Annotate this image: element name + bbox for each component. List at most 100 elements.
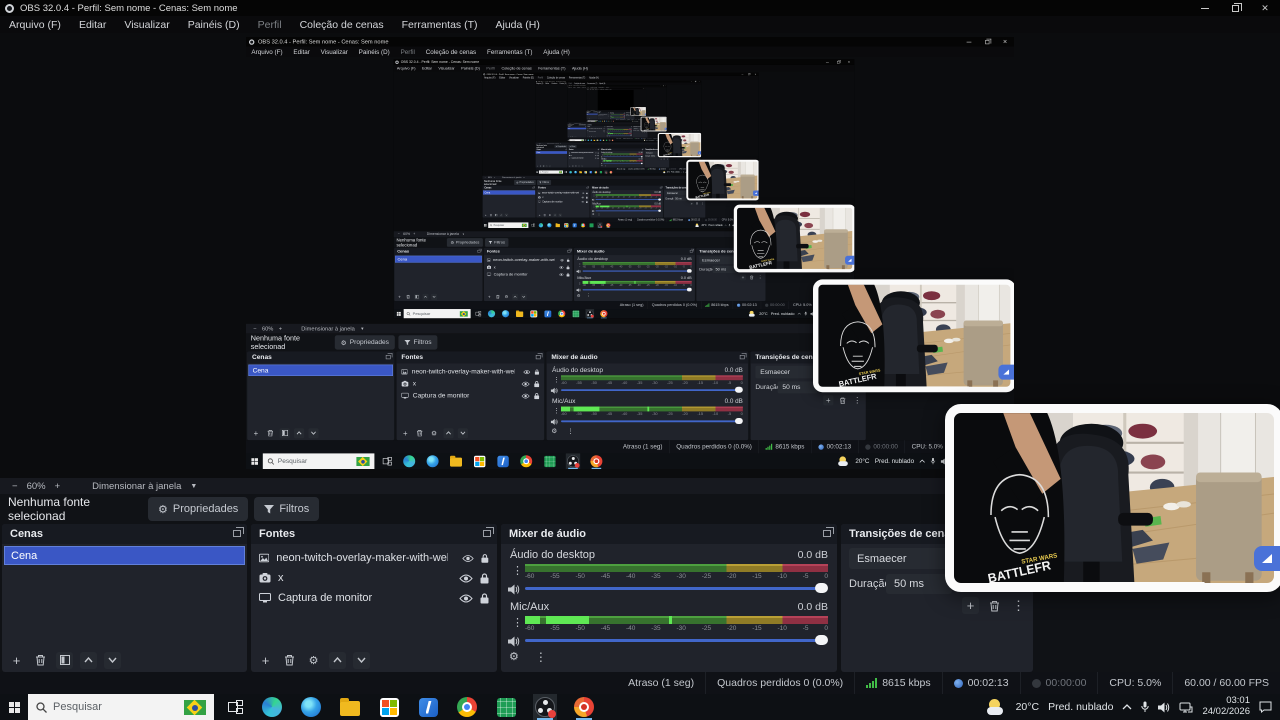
zoom-in-button[interactable]: + [279,325,282,332]
weather-icon[interactable] [837,456,850,467]
undock-icon[interactable] [597,148,600,151]
undock-icon[interactable] [689,248,694,253]
scene-item-selected[interactable]: Cena [395,255,482,263]
slider-handle[interactable] [735,418,743,425]
speaker-icon[interactable] [576,269,581,275]
mic-aux-volume-slider[interactable] [582,287,692,292]
move-scene-down-button[interactable] [504,213,509,217]
menu-item-ferramentas[interactable]: Ferramentas (T) [586,83,598,85]
properties-button[interactable]: ⚙ Propriedades [446,238,483,247]
remove-transition-button[interactable] [986,597,1003,614]
fit-to-window-label[interactable]: Dimensionar à janela [92,481,181,492]
undock-icon[interactable] [739,353,747,360]
mixer-panel-header[interactable]: Mixer de áudio [600,148,644,152]
floating-blue-handle[interactable] [644,113,647,115]
eye-icon[interactable] [459,594,473,603]
lock-icon[interactable] [585,200,588,203]
scene-filters-button[interactable] [413,293,420,300]
edge-legacy-icon[interactable] [547,222,552,228]
mixer-panel-header[interactable]: Mixer de áudio [546,351,749,364]
eye-icon[interactable] [462,554,474,563]
chrome-icon[interactable] [580,222,586,228]
edge-icon[interactable] [538,222,544,228]
edge-legacy-icon[interactable] [501,309,510,318]
undock-icon[interactable] [641,148,644,151]
slider-handle[interactable] [630,134,632,136]
lock-icon[interactable] [535,369,540,376]
weather-desc[interactable]: Pred. nublado [875,458,914,465]
chevron-down-icon[interactable]: ▼ [462,233,464,236]
filters-button[interactable]: Filtros [537,179,552,186]
webcam-overlay-window[interactable]: STAR WARS BATTLEFR [945,404,1280,592]
blue-app-icon[interactable] [599,139,602,142]
restore-button[interactable] [978,37,996,47]
source-item-monitor-capture[interactable]: Captura de monitor [484,271,573,278]
chrome-icon[interactable] [455,694,479,720]
move-source-up-button[interactable] [443,427,454,439]
task-view-icon[interactable] [382,457,393,466]
file-explorer-icon[interactable] [338,694,362,720]
lock-icon[interactable] [567,258,570,262]
lock-icon[interactable] [566,272,570,277]
source-item-monitor-capture[interactable]: Captura de monitor [251,588,497,608]
edge-icon[interactable] [402,453,416,469]
menu-item-ajuda[interactable]: Ajuda (H) [598,83,606,85]
kebab-menu-icon[interactable]: ⋮ [757,274,763,280]
zoom-in-button[interactable]: + [55,481,61,492]
obs-icon[interactable] [604,170,608,174]
add-transition-button[interactable]: + [659,157,663,161]
scene-filters-button[interactable] [56,651,73,669]
source-properties-button[interactable]: ⚙ [429,428,439,438]
add-source-button[interactable]: + [486,294,492,300]
eye-icon[interactable] [595,152,597,154]
speaker-icon[interactable] [508,582,520,600]
desktop-audio-volume-slider[interactable] [603,156,643,158]
eye-icon[interactable] [582,192,585,194]
desktop-audio-volume-slider[interactable] [582,269,692,273]
desktop-audio-volume-slider[interactable] [561,386,743,393]
scenes-panel-header[interactable]: Cenas [394,247,483,256]
add-source-button[interactable]: + [257,652,274,669]
search-input[interactable]: Pesquisar [403,309,471,319]
menu-item-colecao-de-cenas[interactable]: Coleção de cenas [291,19,393,31]
menu-item-ajuda[interactable]: Ajuda (H) [538,48,575,55]
lock-icon[interactable] [480,572,489,584]
advanced-audio-icon[interactable]: ⚙ [551,427,557,435]
duration-field[interactable]: 50 ms [712,265,737,274]
chrome-icon[interactable] [519,453,533,469]
lock-icon[interactable] [481,553,489,564]
source-item-overlay[interactable]: neon-twitch-overlay-maker-with-webcam-fr… [484,256,573,263]
add-transition-button[interactable]: + [739,274,747,281]
webcam-overlay-window[interactable]: STAR WARS BATTLEFR [630,107,647,116]
webcam-overlay-window[interactable]: STAR WARS BATTLEFR [640,116,667,132]
kebab-menu-icon[interactable]: ⋮ [633,116,635,117]
file-explorer-icon[interactable] [555,222,560,228]
weather-icon[interactable] [748,310,756,317]
move-source-down-button[interactable] [457,427,468,439]
chrome-icon[interactable] [594,170,598,174]
kebab-menu-icon[interactable]: ⋮ [567,427,574,435]
remove-scene-button[interactable] [489,213,493,217]
move-source-down-button[interactable] [558,213,563,217]
source-item-webcam[interactable]: x [251,568,497,588]
floating-blue-handle[interactable] [1254,546,1280,571]
menu-item-visualizar[interactable]: Visualizar [507,77,521,80]
task-view-icon[interactable] [228,700,244,714]
floating-blue-handle[interactable] [845,255,855,265]
source-properties-button[interactable]: ⚙ [548,213,552,217]
task-view-icon[interactable] [584,139,587,141]
search-input[interactable]: Pesquisar [28,694,214,720]
chevron-up-icon[interactable] [724,224,727,226]
weather-desc[interactable]: Pred. nublado [671,171,679,173]
move-scene-down-button[interactable] [431,293,438,300]
edge-legacy-icon[interactable] [574,170,577,174]
edge-icon[interactable] [587,139,590,142]
properties-button[interactable]: ⚙ Propriedades [514,179,536,186]
desktop-audio-volume-slider[interactable] [525,583,828,593]
move-source-up-button[interactable] [553,213,557,217]
scene-item-selected[interactable]: Cena [483,190,536,195]
floating-blue-handle[interactable] [998,364,1014,380]
undock-icon[interactable] [586,186,589,189]
eye-icon[interactable] [558,273,564,276]
edge-icon[interactable] [260,694,284,720]
